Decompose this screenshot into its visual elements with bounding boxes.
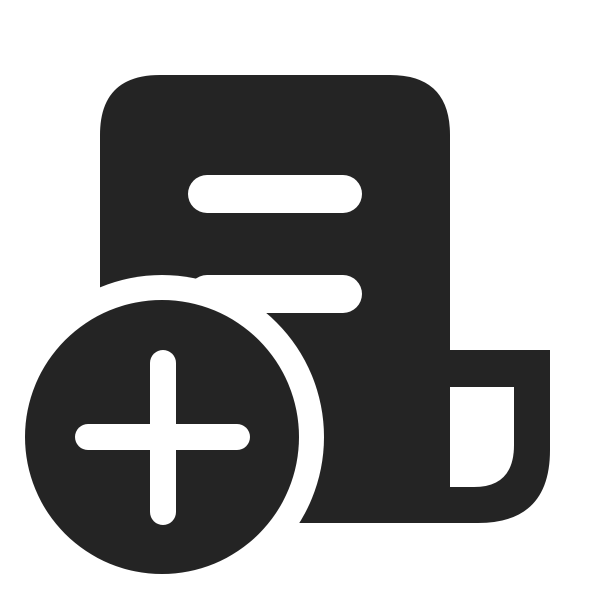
icon-canvas <box>0 0 600 600</box>
receipt-line-1 <box>188 175 362 213</box>
receipt-tab-cutout <box>450 387 514 487</box>
plus-horizontal <box>75 424 250 450</box>
receipt-line-2 <box>188 275 362 313</box>
add-badge <box>25 300 299 574</box>
receipt-add-icon <box>25 75 550 574</box>
